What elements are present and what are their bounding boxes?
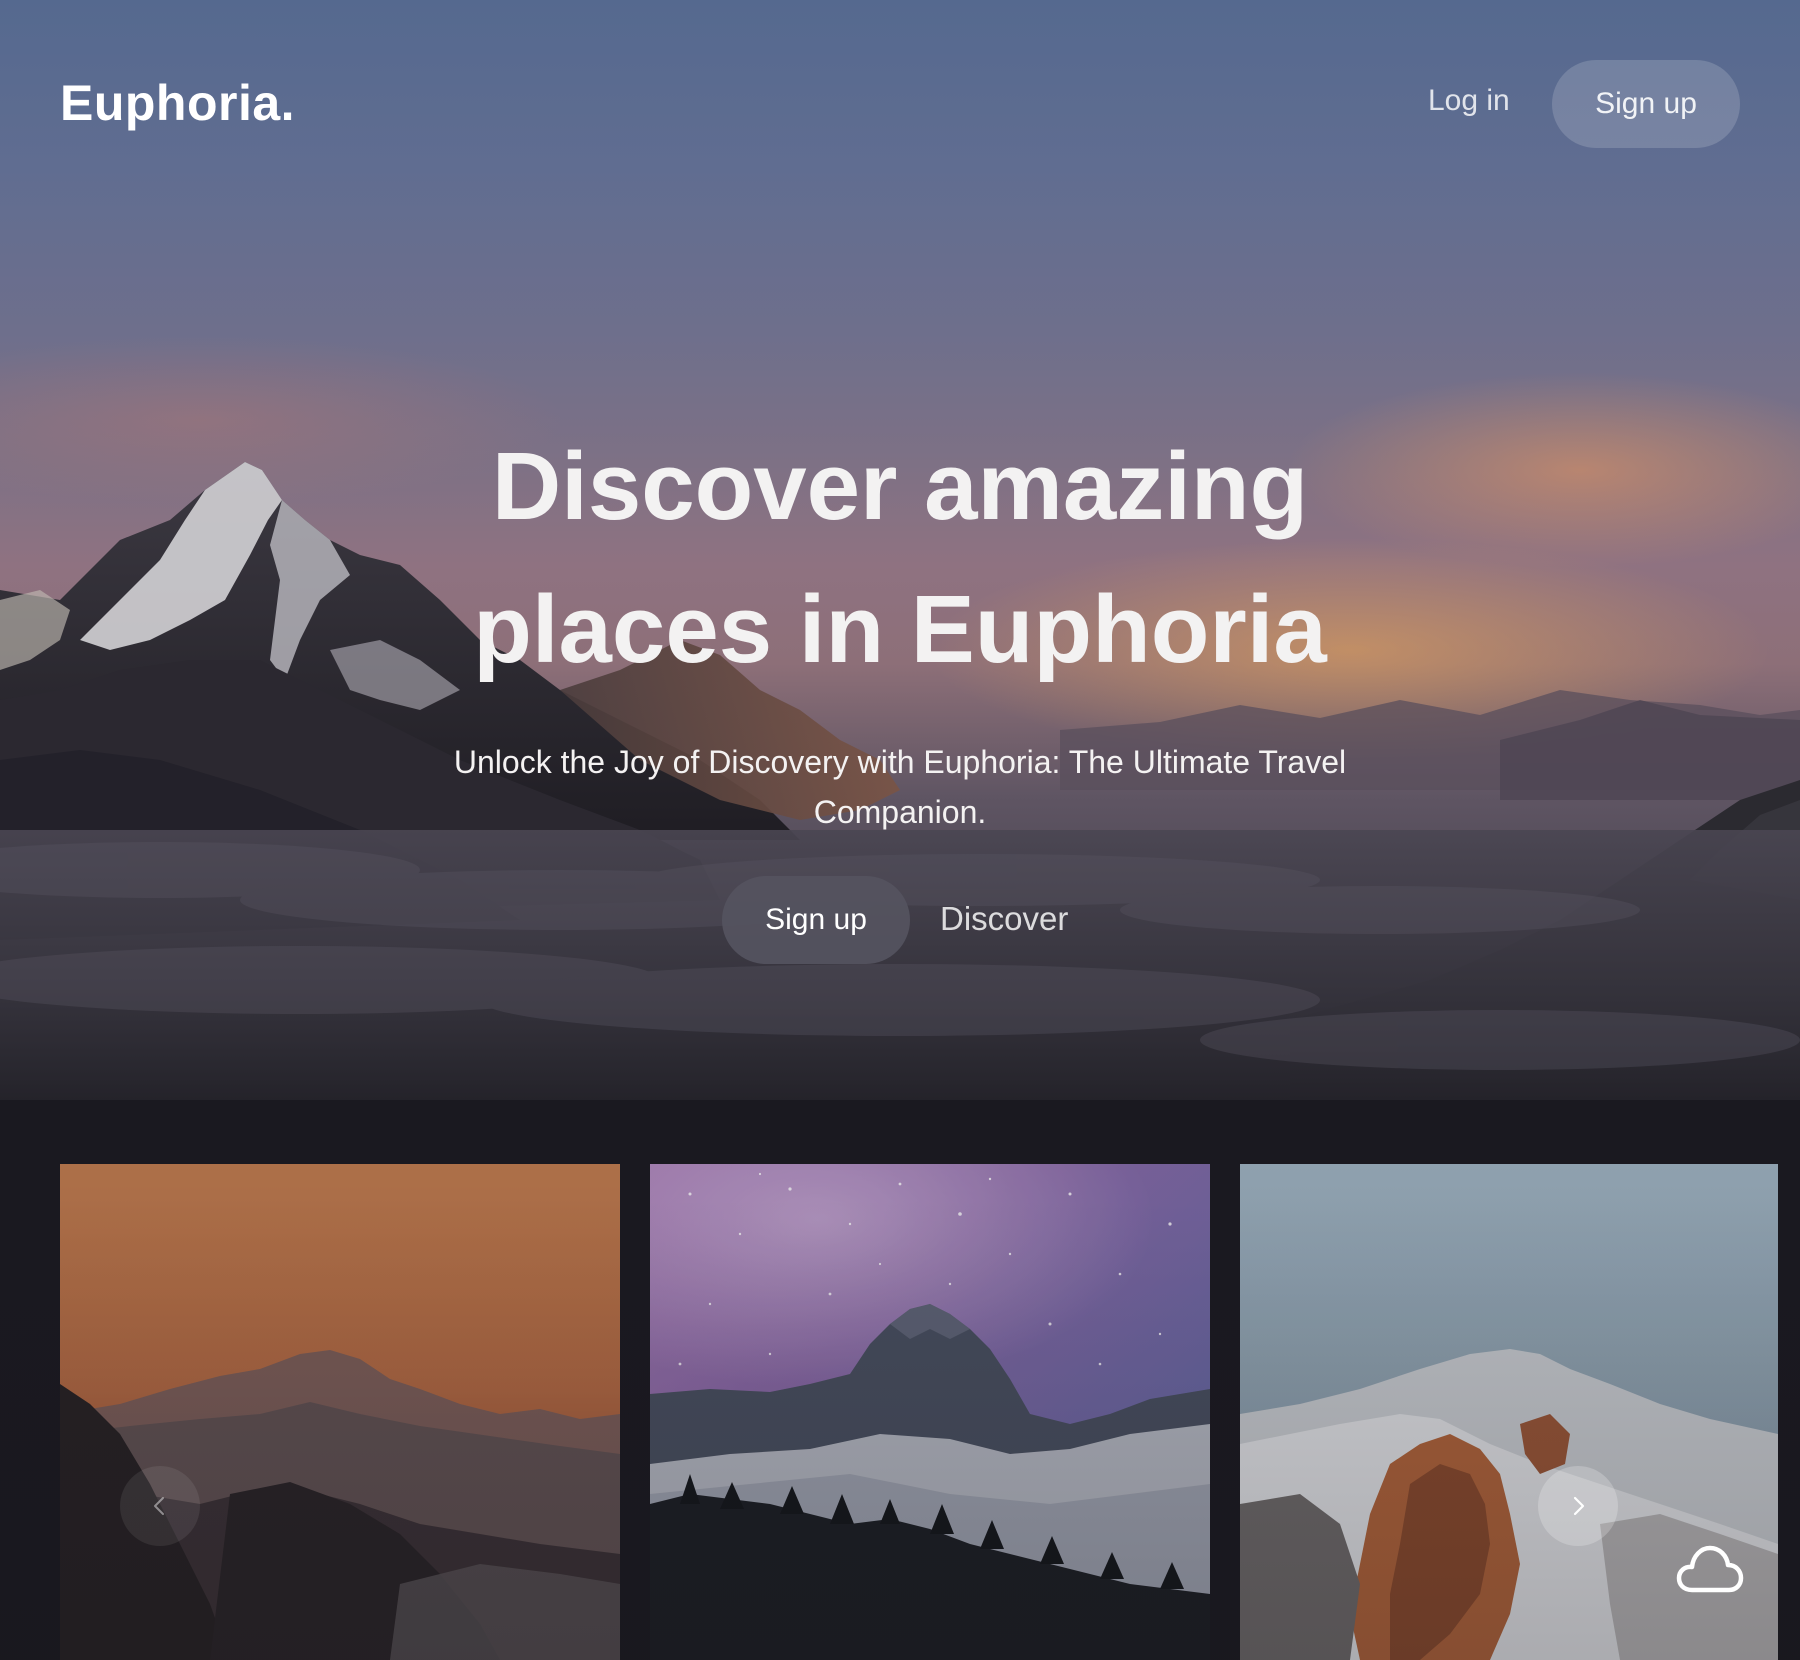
hero-signup-button[interactable]: Sign up: [722, 876, 910, 964]
cloud-icon: [1676, 1545, 1744, 1593]
destination-card-starry-night[interactable]: [650, 1164, 1210, 1660]
cloud-button[interactable]: [1676, 1540, 1744, 1600]
hero-subtitle: Unlock the Joy of Discovery with Euphori…: [453, 744, 1347, 830]
carousel-next-button[interactable]: [1538, 1466, 1618, 1546]
discover-link[interactable]: Discover: [940, 900, 1068, 938]
starry-night-mountain-image: [650, 1164, 1210, 1660]
carousel-prev-button[interactable]: [120, 1466, 200, 1546]
hero-section: Euphoria. Log in Sign up Discover amazin…: [0, 0, 1800, 1660]
sunset-mountains-image: [60, 1164, 620, 1660]
top-nav: Euphoria. Log in Sign up: [0, 0, 1800, 210]
hero-headline: Discover amazing places in Euphoria: [200, 415, 1600, 701]
brand-logo[interactable]: Euphoria.: [60, 74, 295, 132]
hero-headline-line-2: places in Euphoria: [473, 576, 1327, 683]
nav-signup-button[interactable]: Sign up: [1552, 60, 1740, 148]
chevron-left-icon: [154, 1497, 164, 1515]
chevron-right-icon: [1573, 1496, 1585, 1516]
hero-headline-line-1: Discover amazing: [491, 433, 1309, 540]
destination-card-sunset[interactable]: [60, 1164, 620, 1660]
login-link[interactable]: Log in: [1428, 84, 1510, 118]
